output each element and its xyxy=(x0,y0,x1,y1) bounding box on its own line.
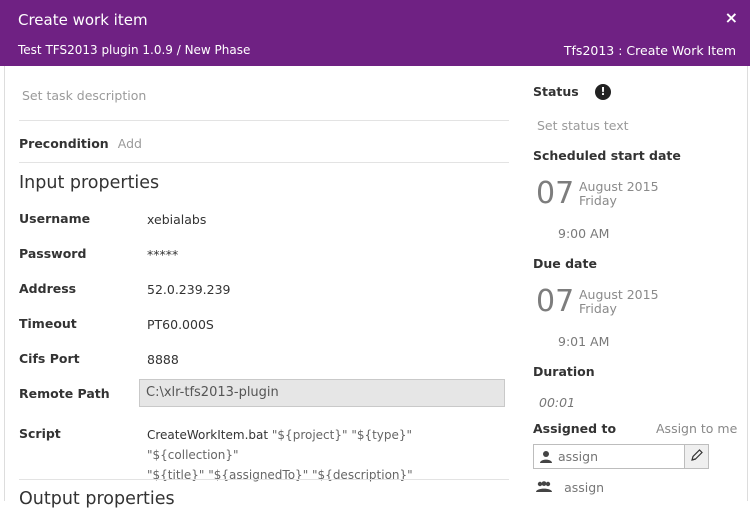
breadcrumb: Test TFS2013 plugin 1.0.9 / New Phase xyxy=(18,43,251,57)
scheduled-start-month-year: August 2015 xyxy=(579,179,659,194)
divider xyxy=(19,479,509,480)
script-command: CreateWorkItem.bat xyxy=(147,428,269,442)
assign-team-row[interactable]: assign xyxy=(535,477,604,497)
scheduled-start-day[interactable]: 07 xyxy=(536,176,574,211)
field-label-remote-path: Remote Path xyxy=(19,386,110,401)
remote-path-input[interactable]: C:\xlr-tfs2013-plugin xyxy=(139,379,505,407)
due-date-label: Due date xyxy=(533,256,597,271)
dialog-title: Create work item xyxy=(18,11,148,29)
close-icon[interactable]: × xyxy=(725,8,738,27)
field-value-username[interactable]: xebialabs xyxy=(147,212,206,227)
field-value-address[interactable]: 52.0.239.239 xyxy=(147,282,231,297)
scheduled-start-weekday: Friday xyxy=(579,193,617,208)
field-label-address: Address xyxy=(19,281,77,296)
duration-label: Duration xyxy=(533,364,595,379)
due-date-day[interactable]: 07 xyxy=(536,284,574,319)
precondition-add-link[interactable]: Add xyxy=(118,136,142,151)
field-label-cifs-port: Cifs Port xyxy=(19,351,80,366)
dialog-body: Set task description Precondition Add In… xyxy=(4,66,748,509)
field-label-username: Username xyxy=(19,211,91,226)
duration-value[interactable]: 00:01 xyxy=(539,395,575,410)
field-label-password: Password xyxy=(19,246,87,261)
dialog-header: Create work item × Test TFS2013 plugin 1… xyxy=(0,0,750,66)
due-date-month-year: August 2015 xyxy=(579,287,659,302)
input-properties-title: Input properties xyxy=(19,173,160,193)
assigned-to-label: Assigned to xyxy=(533,421,617,436)
status-label: Status xyxy=(533,84,579,99)
assign-to-me-link[interactable]: Assign to me xyxy=(656,421,737,436)
assign-user-field[interactable] xyxy=(533,444,709,469)
user-icon xyxy=(539,449,553,463)
field-value-cifs-port[interactable]: 8888 xyxy=(147,352,179,367)
divider xyxy=(19,120,509,121)
assign-team-placeholder: assign xyxy=(564,480,605,495)
divider xyxy=(19,162,509,163)
scheduled-start-time[interactable]: 9:00 AM xyxy=(558,226,609,241)
task-description-field[interactable]: Set task description xyxy=(22,88,146,103)
output-properties-title: Output properties xyxy=(19,489,175,509)
pencil-icon[interactable] xyxy=(684,445,708,468)
due-date-time[interactable]: 9:01 AM xyxy=(558,334,609,349)
field-label-script: Script xyxy=(19,426,61,441)
field-value-timeout[interactable]: PT60.000S xyxy=(147,317,214,332)
field-label-timeout: Timeout xyxy=(19,316,77,331)
assign-user-input[interactable] xyxy=(558,447,680,466)
scheduled-start-label: Scheduled start date xyxy=(533,148,681,163)
precondition-row: Precondition Add xyxy=(19,133,142,152)
team-icon xyxy=(535,478,553,497)
script-value[interactable]: CreateWorkItem.bat "${project}" "${type}… xyxy=(147,425,497,485)
field-value-password[interactable]: ***** xyxy=(147,247,178,262)
status-text-field[interactable]: Set status text xyxy=(537,118,629,133)
task-type-label: Tfs2013 : Create Work Item xyxy=(563,43,736,58)
exclamation-icon: ! xyxy=(595,84,611,100)
precondition-label: Precondition xyxy=(19,136,109,151)
due-date-weekday: Friday xyxy=(579,301,617,316)
